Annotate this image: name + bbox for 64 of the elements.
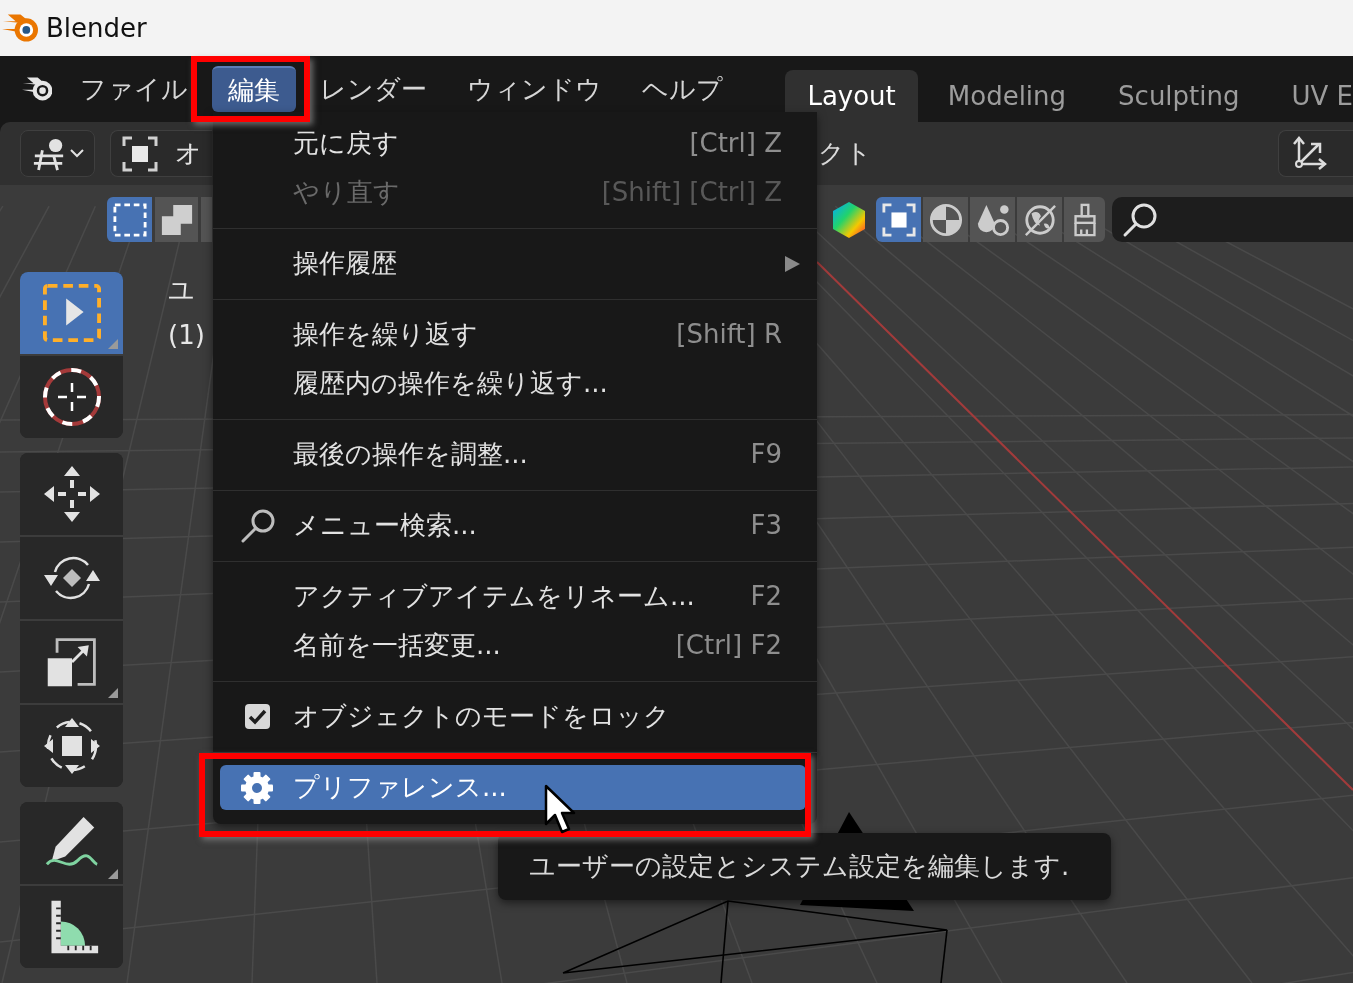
workspace-tab[interactable]: UV E (1269, 70, 1353, 122)
shortcut-text: F3 (750, 509, 782, 542)
menu-item[interactable]: 履歴内の操作を繰り返す... (220, 361, 806, 406)
viewport-info-text: ユ (168, 274, 196, 307)
menu-bar-item[interactable]: ウィンドウ (451, 66, 619, 112)
select-box-icon (42, 284, 101, 342)
search-field[interactable] (1112, 197, 1353, 242)
object-interaction-icon (31, 136, 66, 171)
shading-mode-button[interactable] (923, 197, 968, 242)
overlapping-squares-icon (159, 202, 194, 237)
tool-button[interactable] (20, 884, 123, 968)
settings-icon (240, 770, 274, 805)
search-icon (240, 508, 275, 543)
viewport-info-text: (1) (168, 319, 205, 352)
menu-bar-item[interactable]: ヘルプ (626, 66, 740, 112)
menu-item[interactable]: 操作を繰り返す [Shift] R (220, 312, 806, 357)
select-mode-button[interactable] (155, 197, 198, 242)
tooltip-text: ユーザーの設定とシステム設定を編集します. (529, 850, 1070, 883)
menu-item[interactable]: 操作履歴 (220, 241, 806, 286)
drops-icon (975, 202, 1010, 237)
menu-bar-item[interactable]: ファイル (64, 66, 205, 112)
shortcut-text: [Ctrl] F2 (675, 629, 782, 662)
dropdown-button[interactable] (20, 130, 95, 177)
menu-bar-item[interactable]: 編集 (212, 66, 297, 112)
tool-button[interactable] (20, 354, 123, 438)
shortcut-text: F9 (750, 438, 782, 471)
select-mode-button[interactable] (107, 197, 152, 242)
window-title: Blender (46, 11, 147, 45)
shortcut-text: [Shift] [Ctrl] Z (601, 176, 782, 209)
tool-button[interactable] (20, 703, 123, 787)
menu-item[interactable]: オブジェクトのモードをロック (220, 694, 806, 739)
menu-item[interactable]: 名前を一括変更... [Ctrl] F2 (220, 623, 806, 668)
dashed-square-icon (112, 202, 147, 237)
submenu-arrow-icon (785, 255, 800, 272)
shading-mode-button[interactable] (876, 197, 921, 242)
mode-selector-button[interactable]: オ (110, 130, 212, 177)
workspace-tab[interactable]: Modeling (925, 70, 1089, 122)
shortcut-text: [Shift] R (676, 318, 782, 351)
chevron-down-icon (69, 149, 84, 158)
pointer-cursor-icon (544, 784, 576, 834)
shaded-sphere-icon (928, 202, 963, 237)
search-icon (1122, 201, 1158, 238)
shading-mode-button[interactable] (1017, 197, 1062, 242)
menu-item[interactable]: メニュー検索... F3 (220, 503, 806, 548)
shortcut-text: F2 (750, 580, 782, 613)
crosshair-icon (41, 367, 102, 427)
workspace-tab[interactable]: Layout (785, 70, 918, 122)
menu-item[interactable]: プリファレンス... (220, 765, 806, 810)
workspace-tab[interactable]: Sculpting (1096, 70, 1262, 122)
menu-bar-item[interactable]: レンダー (304, 66, 444, 112)
shading-mode-button[interactable] (970, 197, 1015, 242)
header-menu-item[interactable]: クト (818, 134, 872, 173)
axes-icon (1291, 135, 1327, 172)
hexagon-icon[interactable] (832, 200, 866, 239)
checkbox[interactable] (245, 704, 270, 729)
shortcut-text: [Ctrl] Z (689, 127, 782, 160)
menu-item[interactable]: 最後の操作を調整... F9 (220, 432, 806, 477)
menu-item[interactable]: アクティブアイテムをリネーム... F2 (220, 574, 806, 619)
menu-item[interactable]: 元に戻す [Ctrl] Z (220, 121, 806, 166)
frame-square-icon (122, 135, 158, 172)
crossed-globe-icon (1022, 202, 1057, 237)
frame-square-icon (881, 202, 916, 237)
shading-mode-button[interactable] (1064, 197, 1105, 242)
orientation-button[interactable] (1278, 130, 1353, 177)
